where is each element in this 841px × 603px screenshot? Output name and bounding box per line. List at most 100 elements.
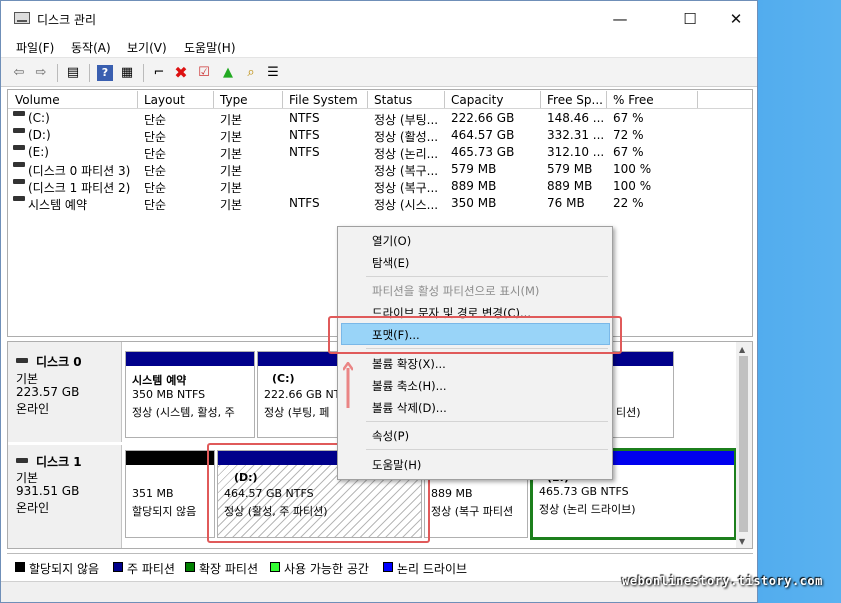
table-cell: NTFS: [289, 145, 320, 159]
legend-free: 사용 가능한 공간: [284, 562, 369, 576]
column-status[interactable]: Status: [374, 93, 412, 107]
column-file-system[interactable]: File System: [289, 93, 358, 107]
volume-icon: [13, 111, 25, 116]
menu-view[interactable]: 보기(V): [127, 39, 167, 56]
back-icon[interactable]: ⇦: [11, 65, 27, 81]
column-divider: [137, 91, 138, 108]
close-button[interactable]: ✕: [713, 7, 759, 31]
table-cell: 332.31 ...: [547, 128, 605, 142]
partition-unallocated[interactable]: 351 MB 할당되지 않음: [125, 450, 215, 538]
table-cell: 단순: [144, 181, 167, 195]
menu-separator: [366, 449, 608, 450]
partition-status: 할당되지 않음: [132, 505, 197, 518]
search-icon[interactable]: ⌕: [243, 65, 259, 81]
window-title: 디스크 관리: [37, 13, 97, 27]
table-cell: (디스크 0 파티션 3): [28, 164, 131, 178]
menu-item-help[interactable]: 도움말(H): [372, 457, 421, 473]
table-cell: NTFS: [289, 128, 320, 142]
table-cell: 312.10 ...: [547, 145, 605, 159]
table-cell: 기본: [220, 147, 243, 161]
table-row[interactable]: (C:) 단순 기본 NTFS 정상 (부팅... 222.66 GB 148.46 ...…: [8, 110, 752, 127]
console-icon[interactable]: ▤: [65, 65, 81, 81]
title-bar[interactable]: 디스크 관리 — ☐ ✕: [1, 1, 757, 35]
partition-size: 351 MB: [132, 487, 174, 500]
list-icon[interactable]: ☰: [265, 65, 281, 81]
help-icon[interactable]: ?: [97, 65, 113, 81]
table-cell: 단순: [144, 130, 167, 144]
partition-status: 티션): [616, 406, 641, 419]
column-free-space[interactable]: Free Sp...: [547, 93, 603, 107]
disk-management-icon: [14, 12, 30, 24]
table-cell: 단순: [144, 113, 167, 127]
scroll-down-icon[interactable]: ▼: [739, 537, 745, 546]
menu-item-open[interactable]: 열기(O): [372, 233, 411, 249]
table-cell: 579 MB: [547, 162, 593, 176]
table-cell: 22 %: [613, 196, 644, 210]
properties-icon[interactable]: ▦: [119, 65, 135, 81]
column-layout[interactable]: Layout: [144, 93, 185, 107]
disk-1-name: 디스크 1: [36, 455, 82, 469]
scroll-up-icon[interactable]: ▲: [739, 345, 745, 354]
up-icon[interactable]: ▲: [220, 65, 236, 81]
table-row[interactable]: (디스크 1 파티션 2) 단순 기본 정상 (복구... 889 MB 889 MB 10…: [8, 178, 752, 195]
partition-system-reserved[interactable]: 시스템 예약 350 MB NTFS 정상 (시스템, 활성, 주: [125, 351, 255, 438]
connect-icon[interactable]: ⌐: [151, 65, 167, 81]
partition-size: 889 MB: [431, 487, 473, 500]
legend-primary: 주 파티션: [127, 562, 175, 576]
column-divider: [697, 91, 698, 108]
menu-item-properties[interactable]: 속성(P): [372, 428, 409, 444]
maximize-button[interactable]: ☐: [667, 7, 713, 31]
column-capacity[interactable]: Capacity: [451, 93, 503, 107]
disk-0-label[interactable]: 디스크 0 기본 223.57 GB 온라인: [8, 342, 122, 442]
disk-0-size: 223.57 GB: [16, 385, 80, 399]
minimize-button[interactable]: —: [597, 7, 643, 31]
menu-item-shrink[interactable]: 볼륨 축소(H)...: [372, 378, 447, 394]
menu-action[interactable]: 동작(A): [71, 39, 111, 56]
volume-icon: [13, 145, 25, 150]
column-percent-free[interactable]: % Free: [613, 93, 654, 107]
volume-icon: [13, 128, 25, 133]
table-cell: 350 MB: [451, 196, 497, 210]
menu-item-delete[interactable]: 볼륨 삭제(D)...: [372, 400, 447, 416]
legend-unallocated: 할당되지 않음: [29, 562, 100, 576]
column-divider: [213, 91, 214, 108]
table-cell: 단순: [144, 147, 167, 161]
toolbar-separator: [143, 64, 144, 82]
table-cell: 222.66 GB: [451, 111, 515, 125]
toolbar-separator: [57, 64, 58, 82]
column-divider: [282, 91, 283, 108]
table-cell: 889 MB: [547, 179, 593, 193]
disk-1-label[interactable]: 디스크 1 기본 931.51 GB 온라인: [8, 445, 122, 548]
primary-partition-bar: [126, 352, 254, 366]
table-cell: 정상 (활성...: [374, 130, 439, 144]
column-type[interactable]: Type: [220, 93, 248, 107]
volume-list-header: Volume Layout Type File System Status Ca…: [8, 90, 752, 109]
table-row[interactable]: (디스크 0 파티션 3) 단순 기본 정상 (복구... 579 MB 579 MB 10…: [8, 161, 752, 178]
table-cell: 889 MB: [451, 179, 497, 193]
table-row[interactable]: (D:) 단순 기본 NTFS 정상 (활성... 464.57 GB 332.31 ...…: [8, 127, 752, 144]
table-cell: 정상 (복구...: [374, 164, 439, 178]
vertical-scrollbar[interactable]: ▲ ▼: [736, 342, 752, 548]
check-icon[interactable]: ☑: [196, 65, 212, 81]
forward-icon[interactable]: ⇨: [33, 65, 49, 81]
table-cell: (디스크 1 파티션 2): [28, 181, 131, 195]
table-cell: 67 %: [613, 111, 644, 125]
toolbar-separator: [89, 64, 90, 82]
column-volume[interactable]: Volume: [15, 93, 60, 107]
menu-file[interactable]: 파일(F): [16, 39, 54, 56]
table-row[interactable]: 시스템 예약 단순 기본 NTFS 정상 (시스... 350 MB 76 MB 22 %: [8, 195, 752, 212]
scroll-thumb[interactable]: [739, 356, 748, 532]
partition-c[interactable]: (C:) 222.66 GB NTFS 정상 (부팅, 페: [257, 351, 354, 438]
annotation-box-format: [328, 316, 622, 354]
menu-separator: [366, 276, 608, 277]
menu-item-extend[interactable]: 볼륨 확장(X)...: [372, 356, 446, 372]
menu-help[interactable]: 도움말(H): [184, 39, 236, 56]
disk-0-name: 디스크 0: [36, 355, 82, 369]
delete-icon[interactable]: ✖: [173, 65, 189, 81]
table-row[interactable]: (E:) 단순 기본 NTFS 정상 (논리... 465.73 GB 312.10 ...…: [8, 144, 752, 161]
table-cell: 579 MB: [451, 162, 497, 176]
watermark: webonlinestory.tistory.com: [622, 574, 823, 588]
menu-item-explore[interactable]: 탐색(E): [372, 255, 409, 271]
volume-icon: [13, 179, 25, 184]
table-cell: 단순: [144, 198, 167, 212]
